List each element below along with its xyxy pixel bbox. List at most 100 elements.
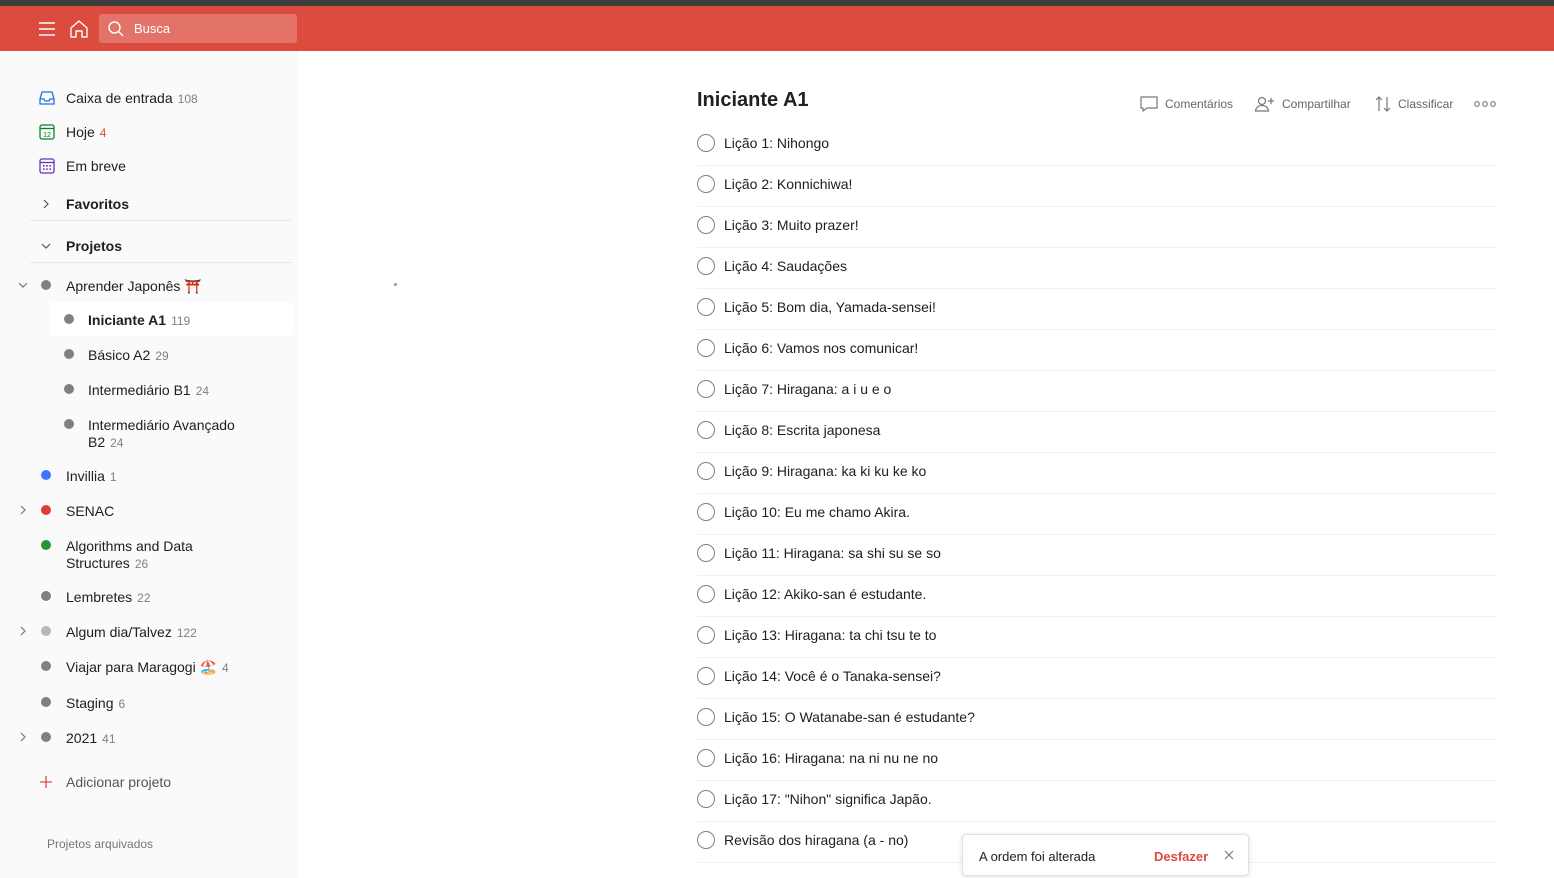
- task-row: Lição 8: Escrita japonesa: [697, 412, 1496, 453]
- task-checkbox[interactable]: [697, 790, 715, 808]
- add-person-icon: [1254, 96, 1274, 112]
- toast-notification: A ordem foi alterada Desfazer: [962, 834, 1249, 876]
- task-row: Lição 5: Bom dia, Yamada-sensei!: [697, 289, 1496, 330]
- home-icon[interactable]: [68, 18, 90, 40]
- search-input[interactable]: [134, 14, 294, 43]
- project-count: 22: [137, 591, 151, 605]
- project-count: 4: [222, 661, 229, 675]
- add-project-button[interactable]: Adicionar projeto: [0, 773, 298, 793]
- task-row: Lição 10: Eu me chamo Akira.: [697, 494, 1496, 535]
- sidebar-item-today[interactable]: 12 Hoje 4: [0, 117, 298, 147]
- task-row: Lição 6: Vamos nos comunicar!: [697, 330, 1496, 371]
- task-row: Lição 7: Hiragana: a i u e o: [697, 371, 1496, 412]
- task-row: Lição 12: Akiko-san é estudante.: [697, 576, 1496, 617]
- more-options-button[interactable]: [1474, 94, 1502, 114]
- task-title[interactable]: Lição 4: Saudações: [724, 258, 847, 274]
- task-title[interactable]: Lição 12: Akiko-san é estudante.: [724, 586, 926, 602]
- task-checkbox[interactable]: [697, 380, 715, 398]
- close-icon[interactable]: [1222, 848, 1236, 862]
- task-title[interactable]: Revisão dos hiragana (a - no): [724, 832, 908, 848]
- project-color-dot: [41, 661, 51, 671]
- task-title[interactable]: Lição 1: Nihongo: [724, 135, 829, 151]
- project-algum-dia[interactable]: Algum dia/Talvez 122: [0, 623, 298, 643]
- project-staging[interactable]: Staging 6: [0, 694, 298, 714]
- project-count: 41: [102, 732, 116, 746]
- task-title[interactable]: Lição 11: Hiragana: sa shi su se so: [724, 545, 941, 561]
- task-title[interactable]: Lição 17: "Nihon" significa Japão.: [724, 791, 932, 807]
- task-checkbox[interactable]: [697, 257, 715, 275]
- undo-button[interactable]: Desfazer: [1154, 849, 1208, 864]
- project-label: Básico A2: [88, 347, 151, 363]
- project-basico-a2[interactable]: Básico A2 29: [50, 346, 293, 366]
- project-intermediario-avancado-b2[interactable]: Intermediário Avançado B2 24: [50, 416, 293, 452]
- project-color-dot: [64, 349, 74, 359]
- hamburger-icon[interactable]: [36, 18, 58, 40]
- project-color-dot: [41, 732, 51, 742]
- chevron-down-icon: [41, 243, 51, 249]
- task-title[interactable]: Lição 16: Hiragana: na ni nu ne no: [724, 750, 938, 766]
- project-invillia[interactable]: Invillia 1: [0, 467, 298, 487]
- projects-section[interactable]: Projetos: [30, 229, 292, 263]
- task-checkbox[interactable]: [697, 585, 715, 603]
- project-color-dot: [41, 280, 51, 290]
- sidebar-item-inbox[interactable]: Caixa de entrada 108: [0, 83, 298, 113]
- project-lembretes[interactable]: Lembretes 22: [0, 588, 298, 608]
- task-checkbox[interactable]: [697, 216, 715, 234]
- sort-button[interactable]: Classificar: [1374, 94, 1453, 114]
- sidebar-item-upcoming[interactable]: Em breve: [0, 151, 298, 181]
- task-checkbox[interactable]: [697, 831, 715, 849]
- project-color-dot: [41, 591, 51, 601]
- task-checkbox[interactable]: [697, 544, 715, 562]
- project-iniciante-a1[interactable]: Iniciante A1 119: [50, 311, 293, 331]
- project-label: Lembretes: [66, 589, 133, 605]
- task-title[interactable]: Lição 3: Muito prazer!: [724, 217, 859, 233]
- task-row: Lição 9: Hiragana: ka ki ku ke ko: [697, 453, 1496, 494]
- task-checkbox[interactable]: [697, 667, 715, 685]
- add-project-label: Adicionar projeto: [66, 774, 172, 790]
- inbox-label: Caixa de entrada: [66, 90, 173, 106]
- task-checkbox[interactable]: [697, 175, 715, 193]
- task-checkbox[interactable]: [697, 462, 715, 480]
- favorites-label: Favoritos: [66, 195, 130, 212]
- task-title[interactable]: Lição 13: Hiragana: ta chi tsu te to: [724, 627, 936, 643]
- project-count: 1: [109, 470, 117, 484]
- comments-button[interactable]: Comentários: [1139, 94, 1233, 114]
- archived-projects-link[interactable]: Projetos arquivados: [47, 836, 153, 853]
- task-title[interactable]: Lição 14: Você é o Tanaka-sensei?: [724, 668, 941, 684]
- project-label-line2: B2: [88, 434, 106, 450]
- task-checkbox[interactable]: [697, 298, 715, 316]
- task-title[interactable]: Lição 6: Vamos nos comunicar!: [724, 340, 918, 356]
- task-checkbox[interactable]: [697, 134, 715, 152]
- task-title[interactable]: Lição 15: O Watanabe-san é estudante?: [724, 709, 975, 725]
- task-title[interactable]: Lição 5: Bom dia, Yamada-sensei!: [724, 299, 936, 315]
- task-title[interactable]: Lição 9: Hiragana: ka ki ku ke ko: [724, 463, 926, 479]
- project-2021[interactable]: 2021 41: [0, 729, 298, 749]
- favorites-section[interactable]: Favoritos: [30, 187, 292, 221]
- chevron-right-icon: [43, 199, 49, 209]
- project-senac[interactable]: SENAC: [0, 502, 298, 522]
- task-checkbox[interactable]: [697, 421, 715, 439]
- task-checkbox[interactable]: [697, 626, 715, 644]
- svg-text:12: 12: [43, 132, 51, 139]
- task-title[interactable]: Lição 2: Konnichiwa!: [724, 176, 852, 192]
- task-checkbox[interactable]: [697, 708, 715, 726]
- search-box[interactable]: [99, 14, 297, 43]
- project-label: Viajar para Maragogi 🏖️: [66, 659, 218, 675]
- task-title[interactable]: Lição 7: Hiragana: a i u e o: [724, 381, 891, 397]
- project-count: 122: [176, 626, 197, 640]
- project-intermediario-b1[interactable]: Intermediário B1 24: [50, 381, 293, 401]
- project-label: SENAC: [66, 503, 115, 519]
- task-row: Lição 17: "Nihon" significa Japão.: [697, 781, 1496, 822]
- project-aprender-japones[interactable]: Aprender Japonês ⛩️: [0, 276, 298, 296]
- project-label-line2: Structures: [66, 555, 130, 571]
- task-checkbox[interactable]: [697, 749, 715, 767]
- project-viajar-maragogi[interactable]: Viajar para Maragogi 🏖️ 4: [0, 658, 298, 678]
- project-algorithms[interactable]: Algorithms and Data Structures 26: [0, 537, 298, 573]
- task-title[interactable]: Lição 10: Eu me chamo Akira.: [724, 504, 910, 520]
- task-checkbox[interactable]: [697, 503, 715, 521]
- task-title[interactable]: Lição 8: Escrita japonesa: [724, 422, 880, 438]
- project-count: 24: [110, 436, 124, 450]
- share-button[interactable]: Compartilhar: [1254, 94, 1351, 114]
- stray-dot: [394, 283, 397, 286]
- task-checkbox[interactable]: [697, 339, 715, 357]
